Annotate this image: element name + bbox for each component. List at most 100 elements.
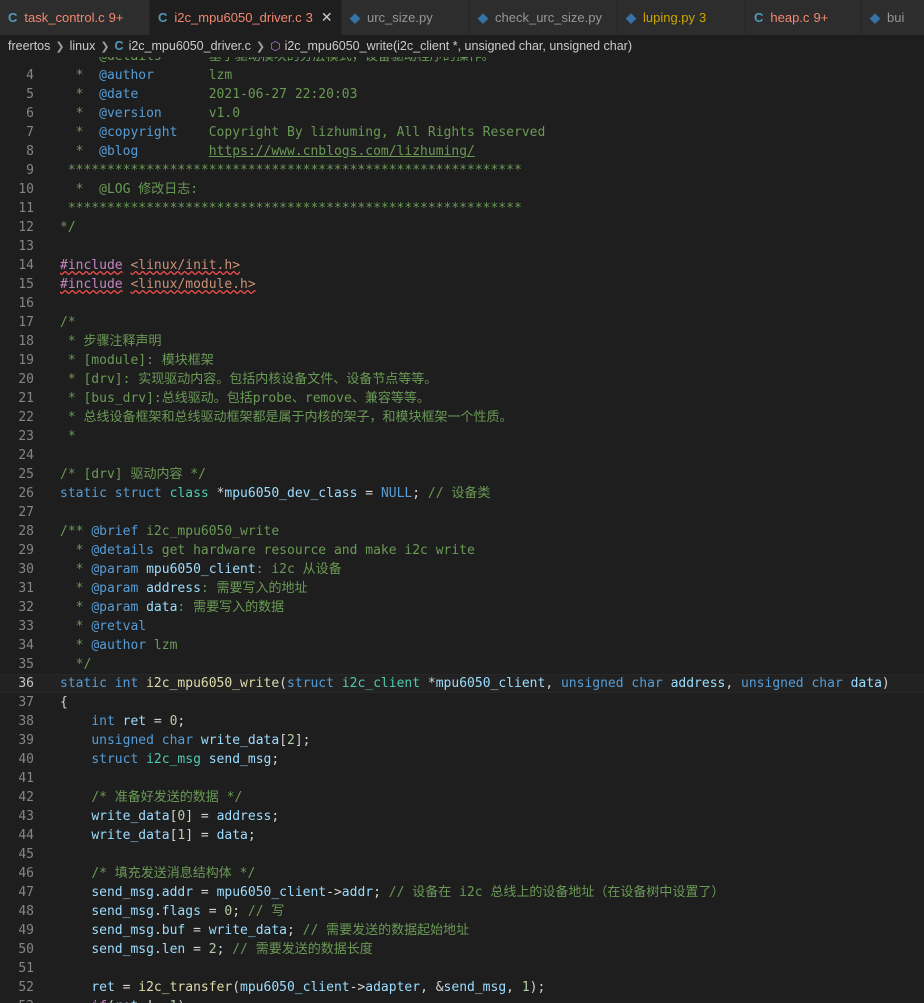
code-line[interactable]: 43 write_data[0] = address;	[0, 807, 924, 826]
code-token: : 需要写入的地址	[200, 581, 308, 596]
breadcrumb-file[interactable]: i2c_mpu6050_driver.c	[129, 39, 251, 53]
code-line[interactable]: 39 unsigned char write_data[2];	[0, 731, 924, 750]
code-line[interactable]: 6 * @version v1.0	[0, 104, 924, 123]
code-line[interactable]: 18 * 步骤注释声明	[0, 332, 924, 351]
code-line[interactable]: 26 static struct class *mpu6050_dev_class…	[0, 484, 924, 503]
code-token: // 设备类	[427, 486, 491, 501]
code-token: ;	[232, 904, 248, 919]
code-editor[interactable]: * @details 基于驱动模块的分层模式，设备驱动程序的操作。 4 * @au…	[0, 57, 924, 1003]
code-line[interactable]: 8 * @blog https://www.cnblogs.com/lizhum…	[0, 142, 924, 161]
tab-urc-size-py[interactable]: ◆ urc_size.py	[342, 0, 470, 35]
tab-i2c-mpu6050-driver-c[interactable]: Ci2c_mpu6050_driver.c 3 ✕	[150, 0, 342, 35]
breadcrumb-symbol[interactable]: i2c_mpu6050_write(i2c_client *, unsigned…	[285, 39, 632, 53]
code-line[interactable]: 10 * @LOG 修改日志:	[0, 180, 924, 199]
tab-label: task_control.c	[24, 10, 105, 25]
code-token: // 需要发送的数据长度	[232, 942, 373, 957]
code-line[interactable]: 21 * [bus_drv]:总线驱动。包括probe、remove、兼容等等。	[0, 389, 924, 408]
code-line[interactable]: 41	[0, 769, 924, 788]
code-line[interactable]: 31 * @param address: 需要写入的地址	[0, 579, 924, 598]
code-line[interactable]: 11 *************************************…	[0, 199, 924, 218]
code-token: * [drv]: 实现驱动内容。包括内核设备文件、设备节点等等。	[60, 372, 438, 387]
code-line[interactable]: 51	[0, 959, 924, 978]
code-line[interactable]: 48 send_msg.flags = 0; // 写	[0, 902, 924, 921]
code-line[interactable]: 25 /* [drv] 驱动内容 */	[0, 465, 924, 484]
code-line[interactable]: 4 * @author lzm	[0, 66, 924, 85]
code-line[interactable]: 16	[0, 294, 924, 313]
code-token: flags	[161, 904, 201, 919]
code-token: i2c_client	[341, 676, 421, 691]
code-line[interactable]: 42 /* 准备好发送的数据 */	[0, 788, 924, 807]
tab-check-urc-size-py[interactable]: ◆ check_urc_size.py	[470, 0, 618, 35]
code-line[interactable]: 27	[0, 503, 924, 522]
code-line[interactable]: 24	[0, 446, 924, 465]
code-line[interactable]: 49 send_msg.buf = write_data; // 需要发送的数据…	[0, 921, 924, 940]
tab-heap-c[interactable]: Cheap.c 9+	[746, 0, 862, 35]
python-file-icon: ◆	[870, 9, 880, 25]
code-line[interactable]: 13	[0, 237, 924, 256]
code-token: char	[631, 676, 663, 691]
code-text: send_msg.addr = mpu6050_client->addr; //…	[60, 883, 724, 902]
code-line[interactable]: 12 */	[0, 218, 924, 237]
line-number: 47	[18, 885, 34, 900]
code-token: ****************************************…	[60, 201, 522, 216]
tab-task-control-c[interactable]: Ctask_control.c 9+	[0, 0, 150, 35]
tab-bui[interactable]: ◆ bui	[862, 0, 924, 35]
code-line[interactable]: 36 static int i2c_mpu6050_write(struct i2…	[0, 674, 924, 693]
code-text: ****************************************…	[60, 161, 522, 180]
tab-label: bui	[887, 10, 905, 25]
code-text: #include <linux/init.h>	[60, 256, 240, 275]
code-line[interactable]: 44 write_data[1] = data;	[0, 826, 924, 845]
code-line[interactable]: 30 * @param mpu6050_client: i2c 从设备	[0, 560, 924, 579]
breadcrumb-folder-freertos[interactable]: freertos	[8, 39, 50, 53]
tab-luping-py[interactable]: ◆ luping.py 3	[618, 0, 746, 35]
code-line[interactable]: 34 * @author lzm	[0, 636, 924, 655]
code-line[interactable]: 35 */	[0, 655, 924, 674]
code-text: * 总线设备框架和总线驱动框架都是属于内核的架子，和模块框架一个性质。	[60, 408, 513, 427]
python-file-icon: ◆	[626, 9, 636, 25]
code-line[interactable]: 53 if(ret != 1)	[0, 997, 924, 1003]
c-file-icon: C	[114, 39, 124, 53]
line-number: 8	[26, 144, 34, 159]
code-line[interactable]: 23 *	[0, 427, 924, 446]
line-number: 19	[18, 353, 34, 368]
c-file-icon: C	[158, 10, 168, 25]
code-token: .	[153, 904, 162, 919]
code-token: write_data	[91, 809, 170, 824]
code-token: @author	[91, 638, 147, 653]
code-line[interactable]: 7 * @copyright Copyright By lizhuming, A…	[0, 123, 924, 142]
code-line[interactable]: 20 * [drv]: 实现驱动内容。包括内核设备文件、设备节点等等。	[0, 370, 924, 389]
code-line[interactable]: 33 * @retval	[0, 617, 924, 636]
code-token: @date	[99, 87, 139, 102]
code-token: ;	[373, 885, 389, 900]
code-line[interactable]: 47 send_msg.addr = mpu6050_client->addr;…	[0, 883, 924, 902]
code-line[interactable]: 19 * [module]: 模块框架	[0, 351, 924, 370]
tab-label: urc_size.py	[367, 10, 433, 25]
code-line[interactable]: 9 **************************************…	[0, 161, 924, 180]
code-token: char	[161, 733, 194, 748]
code-line[interactable]: 5 * @date 2021-06-27 22:20:03	[0, 85, 924, 104]
code-line[interactable]: 50 send_msg.len = 2; // 需要发送的数据长度	[0, 940, 924, 959]
code-line[interactable]: 14 #include <linux/init.h>	[0, 256, 924, 275]
code-token: @param	[91, 600, 139, 615]
close-icon[interactable]: ✕	[321, 9, 333, 26]
code-line[interactable]: 15 #include <linux/module.h>	[0, 275, 924, 294]
code-line[interactable]: 28 /** @brief i2c_mpu6050_write	[0, 522, 924, 541]
code-line[interactable]: 17 /*	[0, 313, 924, 332]
line-number: 39	[18, 733, 34, 748]
code-line[interactable]: 40 struct i2c_msg send_msg;	[0, 750, 924, 769]
code-line[interactable]: 52 ret = i2c_transfer(mpu6050_client->ad…	[0, 978, 924, 997]
code-token: ->	[349, 980, 366, 995]
line-number: 51	[18, 961, 34, 976]
code-line[interactable]: 38 int ret = 0;	[0, 712, 924, 731]
breadcrumb-folder-linux[interactable]: linux	[70, 39, 96, 53]
code-line[interactable]: * @details 基于驱动模块的分层模式，设备驱动程序的操作。	[0, 57, 924, 66]
code-line[interactable]: 37 {	[0, 693, 924, 712]
code-token: lzm	[146, 638, 178, 653]
code-line[interactable]: 32 * @param data: 需要写入的数据	[0, 598, 924, 617]
code-line[interactable]: 22 * 总线设备框架和总线驱动框架都是属于内核的架子，和模块框架一个性质。	[0, 408, 924, 427]
code-line[interactable]: 29 * @details get hardware resource and …	[0, 541, 924, 560]
line-number: 49	[18, 923, 34, 938]
code-line[interactable]: 45	[0, 845, 924, 864]
code-line[interactable]: 46 /* 填充发送消息结构体 */	[0, 864, 924, 883]
chevron-right-icon: ❯	[255, 40, 266, 53]
